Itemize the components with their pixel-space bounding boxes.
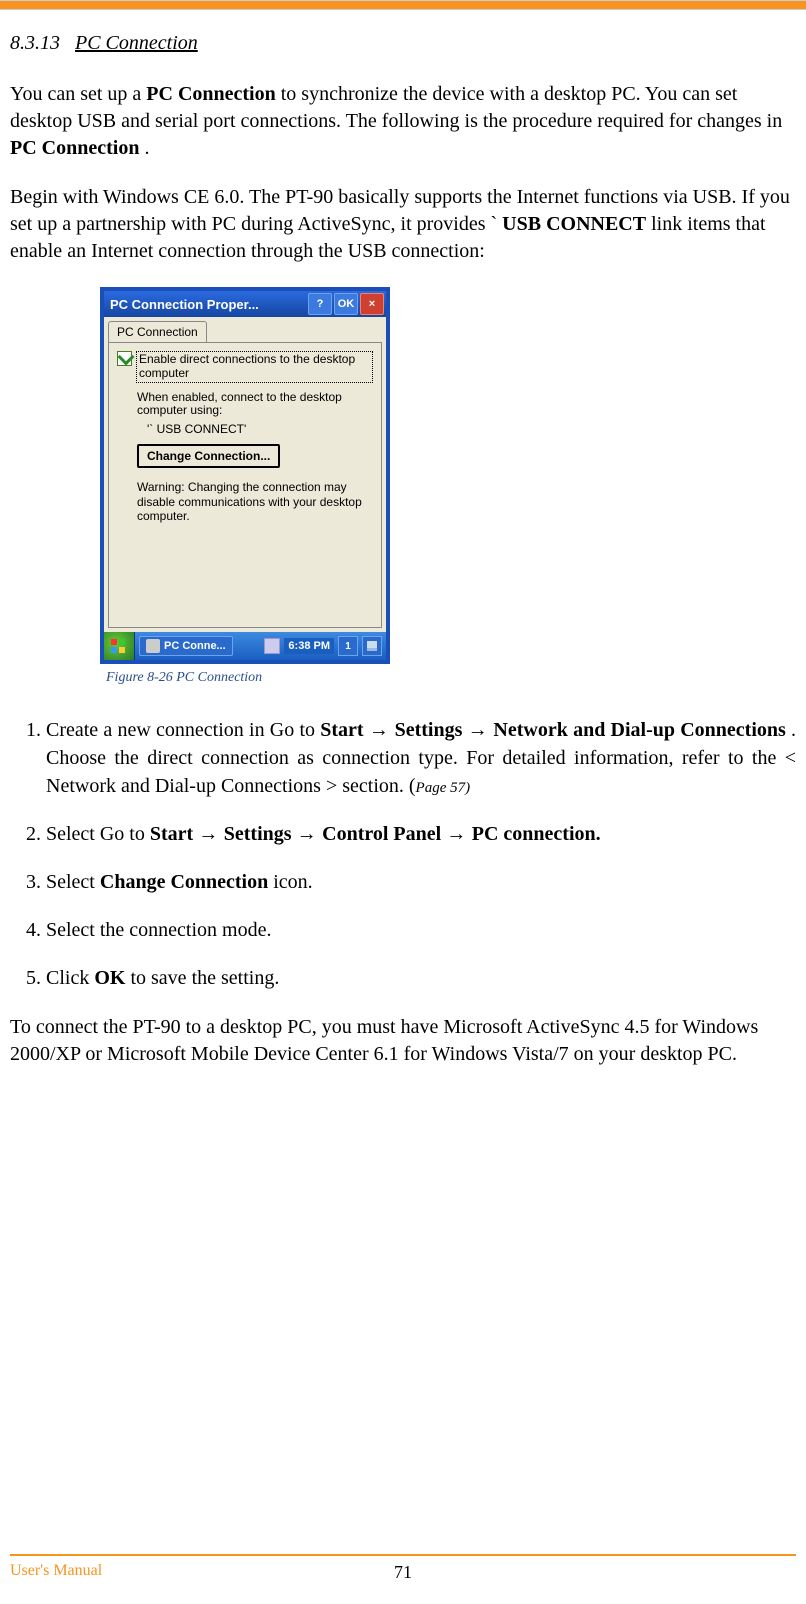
arrow-icon: → <box>198 823 224 845</box>
arrow-icon: → <box>446 823 472 845</box>
intro-paragraph-2: Begin with Windows CE 6.0. The PT-90 bas… <box>10 184 796 265</box>
when-enabled-text: When enabled, connect to the desktop com… <box>137 391 373 419</box>
taskbar-item-icon <box>146 639 160 653</box>
step-5: Click OK to save the setting. <box>46 964 796 992</box>
text: Create a new connection in Go to <box>46 719 320 741</box>
close-button[interactable]: × <box>360 293 384 315</box>
text: icon. <box>273 871 312 893</box>
ok-button[interactable]: OK <box>334 293 358 315</box>
text: Select the connection mode. <box>46 919 271 941</box>
tab-strip: PC Connection <box>104 317 386 342</box>
embedded-screenshot: PC Connection Proper... ? OK × PC Connec… <box>100 287 796 664</box>
bold-pc-connection: PC Connection <box>146 83 275 105</box>
content-area: 8.3.13 PC Connection You can set up a PC… <box>0 10 806 1068</box>
taskbar: PC Conne... 6:38 PM 1 <box>104 632 386 660</box>
dialog-title: PC Connection Proper... <box>110 297 306 312</box>
step-3: Select Change Connection icon. <box>46 868 796 896</box>
help-button[interactable]: ? <box>308 293 332 315</box>
top-accent-bar <box>0 0 806 10</box>
enable-direct-label: Enable direct connections to the desktop… <box>136 351 373 383</box>
step-4: Select the connection mode. <box>46 916 796 944</box>
bold-settings: Settings <box>395 719 463 741</box>
text: . <box>144 137 149 159</box>
taskbar-item-pc-connection[interactable]: PC Conne... <box>139 636 233 656</box>
procedure-list: Create a new connection in Go to Start →… <box>10 716 796 992</box>
change-connection-button[interactable]: Change Connection... <box>137 444 280 468</box>
bold-usb-connect: USB CONNECT <box>502 213 646 235</box>
bold-ok: OK <box>94 967 125 989</box>
taskbar-clock: 6:38 PM <box>284 638 334 654</box>
enable-direct-row: Enable direct connections to the desktop… <box>117 351 373 383</box>
connection-value: '` USB CONNECT' <box>147 422 373 436</box>
text: Select <box>46 871 100 893</box>
bold-start: Start <box>150 823 198 845</box>
input-panel-button[interactable]: 1 <box>338 636 358 656</box>
figure-caption: Figure 8-26 PC Connection <box>106 670 796 686</box>
page-footer: User's Manual 71 <box>10 1554 796 1580</box>
step-1: Create a new connection in Go to Start →… <box>46 716 796 800</box>
closing-paragraph: To connect the PT-90 to a desktop PC, yo… <box>10 1014 796 1068</box>
intro-paragraph-1: You can set up a PC Connection to synchr… <box>10 81 796 162</box>
bold-control-panel: Control Panel <box>322 823 446 845</box>
dialog-titlebar: PC Connection Proper... ? OK × <box>104 291 386 317</box>
enable-direct-checkbox[interactable] <box>117 351 132 366</box>
bold-network-dialup: Network and Dial-up Connections <box>493 719 785 741</box>
footer-accent-line <box>10 1554 796 1556</box>
bold-settings: Settings <box>224 823 297 845</box>
dialog-panel: Enable direct connections to the desktop… <box>108 342 382 628</box>
page-number: 71 <box>10 1562 796 1583</box>
start-button[interactable] <box>104 632 135 660</box>
warning-text: Warning: Changing the connection may dis… <box>137 480 373 523</box>
pc-connection-dialog: PC Connection Proper... ? OK × PC Connec… <box>100 287 390 664</box>
tab-pc-connection[interactable]: PC Connection <box>108 321 207 342</box>
arrow-icon: → <box>468 719 494 741</box>
arrow-icon: → <box>369 719 395 741</box>
page-reference: Page 57) <box>416 780 471 796</box>
bold-change-connection: Change Connection <box>100 871 268 893</box>
text: Click <box>46 967 94 989</box>
section-heading: 8.3.13 PC Connection <box>10 32 796 55</box>
text: to save the setting. <box>130 967 279 989</box>
system-tray: 6:38 PM 1 <box>264 636 386 656</box>
text: You can set up a <box>10 83 146 105</box>
step-2: Select Go to Start → Settings → Control … <box>46 820 796 848</box>
section-title: PC Connection <box>75 32 198 54</box>
bold-pc-connection-2: PC Connection <box>10 137 139 159</box>
bold-start: Start <box>320 719 363 741</box>
text: Select Go to <box>46 823 150 845</box>
arrow-icon: → <box>297 823 323 845</box>
section-number: 8.3.13 <box>10 32 60 54</box>
desktop-button[interactable] <box>362 636 382 656</box>
taskbar-item-label: PC Conne... <box>164 640 226 652</box>
network-icon[interactable] <box>264 638 280 654</box>
footer-row: User's Manual 71 <box>10 1562 796 1580</box>
page: 8.3.13 PC Connection You can set up a PC… <box>0 0 806 1604</box>
bold-pc-connection: PC connection. <box>472 823 601 845</box>
